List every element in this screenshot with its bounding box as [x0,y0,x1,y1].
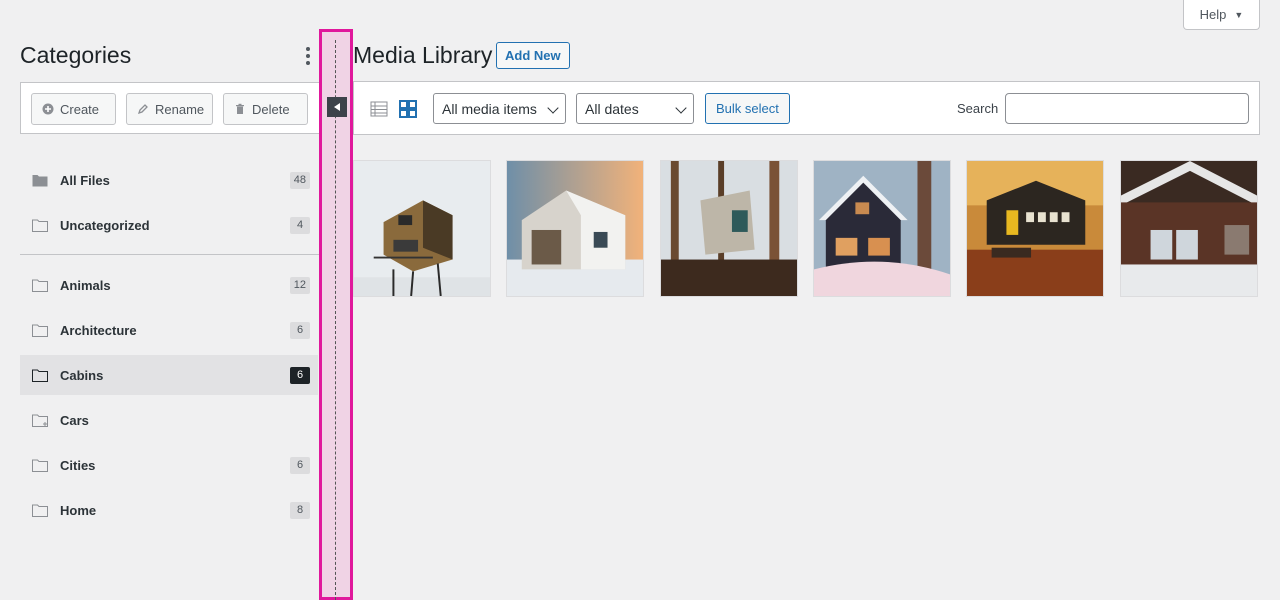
folder-icon [32,219,48,232]
category-label: Uncategorized [60,217,150,233]
caret-left-icon [334,103,340,111]
cabin-white-snow-image [507,161,643,296]
category-count: 4 [290,216,310,234]
category-label: All Files [60,172,110,188]
folder-filled-icon [32,175,48,187]
media-type-value: All media items [442,100,537,117]
cabin-barn-snow-image [1121,161,1257,296]
dates-select[interactable]: All dates [576,93,694,124]
cabin-treehouse-image [661,161,797,296]
category-count: 6 [290,456,310,474]
categories-title: Categories [20,42,132,68]
media-thumbnail[interactable] [660,160,798,297]
category-animals[interactable]: Animals 12 [20,265,318,305]
folder-icon [32,369,48,382]
delete-button[interactable]: Delete [223,93,308,125]
category-uncategorized[interactable]: Uncategorized 4 [20,205,318,245]
cabin-autumn-image [967,161,1103,296]
bulk-select-button[interactable]: Bulk select [705,93,790,124]
category-label: Cities [60,457,96,473]
category-count: 12 [289,276,310,294]
pencil-icon [137,103,149,115]
category-count: 6 [290,321,310,339]
category-label: Cars [60,412,89,428]
list-view-icon[interactable] [370,100,388,118]
search-input[interactable] [1005,93,1249,124]
media-thumbnail[interactable] [1120,160,1258,297]
page-title: Media Library [353,42,493,68]
trash-icon [234,103,246,115]
rename-label: Rename [155,101,205,117]
search-label: Search [957,101,999,116]
rename-button[interactable]: Rename [126,93,213,125]
folder-icon [32,504,48,517]
chevron-down-icon [547,102,559,114]
category-home[interactable]: Home 8 [20,490,318,530]
category-label: Animals [60,277,111,293]
kebab-menu-icon[interactable] [304,47,312,65]
folder-icon [32,324,48,337]
media-type-select[interactable]: All media items [433,93,566,124]
create-label: Create [60,101,100,117]
category-count: 48 [289,171,310,189]
media-thumbnail[interactable] [813,160,951,297]
chevron-down-icon [675,102,687,114]
create-button[interactable]: Create [31,93,116,125]
sidebar-resize-handle[interactable] [319,29,353,600]
help-tab[interactable]: Help ▼ [1183,0,1260,30]
category-cities[interactable]: Cities 6 [20,445,318,485]
collapse-sidebar-button[interactable] [327,97,347,117]
category-count: 8 [290,501,310,519]
cabin-dark-snow-image [814,161,950,296]
resize-divider-line [335,40,336,600]
folder-icon [32,279,48,292]
category-cabins[interactable]: Cabins 6 [20,355,318,395]
categories-sidebar: Categories Create Rename Delete All File… [0,0,320,600]
media-thumbnail[interactable] [353,160,491,297]
grid-view-icon[interactable] [398,99,418,119]
category-architecture[interactable]: Architecture 6 [20,310,318,350]
cabin-stilts-image [354,161,490,296]
category-toolbar: Create Rename Delete [20,82,320,134]
plus-circle-icon [42,103,54,115]
add-new-button[interactable]: Add New [496,42,570,69]
delete-label: Delete [252,101,290,117]
category-all-files[interactable]: All Files 48 [20,160,318,200]
category-count: 6 [290,366,310,384]
media-thumbnail[interactable] [966,160,1104,297]
media-filter-bar: All media items All dates Bulk select Se… [353,81,1260,135]
dates-value: All dates [585,100,639,117]
category-label: Home [60,502,97,518]
category-label: Architecture [60,322,137,338]
folder-icon [32,459,48,472]
help-label: Help [1199,7,1227,22]
category-label: Cabins [60,367,104,383]
media-thumbnail[interactable] [506,160,644,297]
triangle-down-icon: ▼ [1234,9,1244,20]
category-cars[interactable]: Cars [20,400,318,440]
folder-plus-icon [32,414,48,427]
category-divider [20,254,320,255]
